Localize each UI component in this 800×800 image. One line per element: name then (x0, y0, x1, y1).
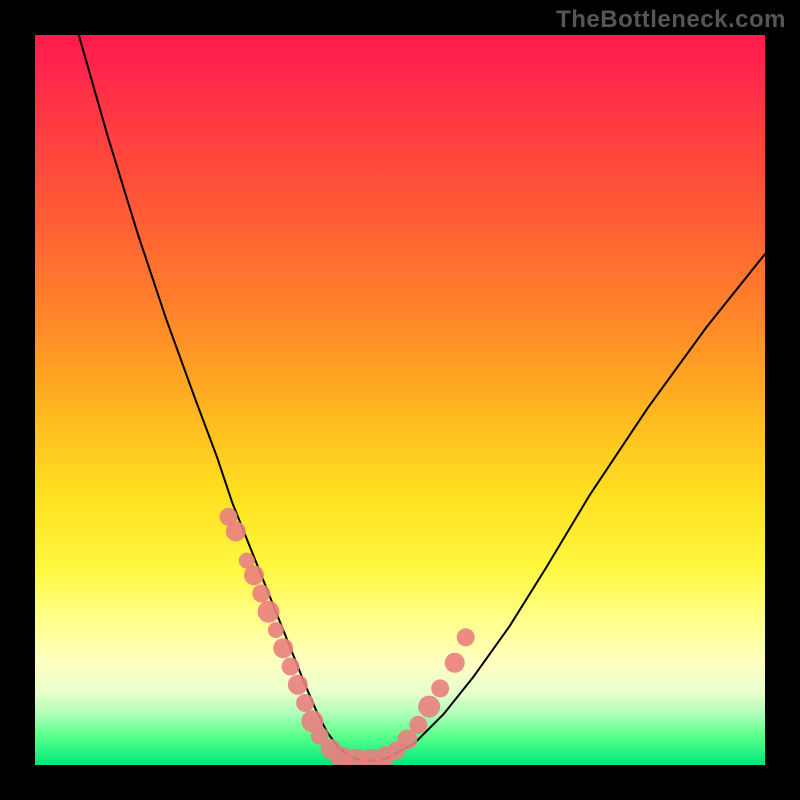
data-point (288, 675, 308, 695)
data-point (244, 565, 264, 585)
curve-data-points (220, 508, 475, 765)
bottleneck-curve-svg (35, 35, 765, 765)
data-point (431, 679, 449, 697)
data-point (268, 622, 284, 638)
plot-area (35, 35, 765, 765)
data-point (258, 601, 280, 623)
watermark-text: TheBottleneck.com (556, 6, 786, 34)
data-point (457, 628, 475, 646)
data-point (226, 521, 246, 541)
bottleneck-curve-path (79, 35, 765, 761)
data-point (409, 716, 427, 734)
data-point (445, 653, 465, 673)
data-point (252, 585, 270, 603)
data-point (282, 658, 300, 676)
data-point (418, 696, 440, 718)
data-point (296, 694, 314, 712)
data-point (273, 638, 293, 658)
